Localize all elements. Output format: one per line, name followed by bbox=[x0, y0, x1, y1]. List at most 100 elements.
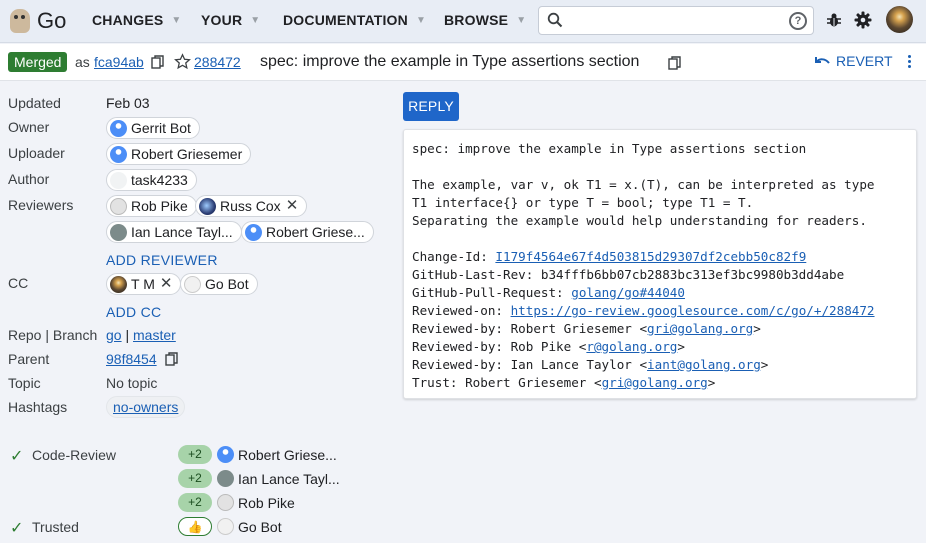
gear-icon[interactable] bbox=[854, 11, 872, 29]
change-subject: spec: improve the example in Type assert… bbox=[260, 53, 640, 70]
hashtag-link[interactable]: no-owners bbox=[113, 397, 178, 417]
chevron-down-icon: ▼ bbox=[171, 15, 182, 26]
logo[interactable]: Go bbox=[10, 8, 66, 34]
topic-value: No topic bbox=[106, 375, 158, 391]
reviewer-name: Russ Cox bbox=[220, 198, 281, 214]
message-line: GitHub-Last-Rev: b34fffb6bb07cb2883bc313… bbox=[412, 267, 845, 282]
avatar bbox=[217, 446, 234, 463]
message-key: Reviewed-by: Robert Griesemer < bbox=[412, 321, 648, 336]
reviewer-chip[interactable]: Russ Cox ✕ bbox=[195, 195, 308, 217]
trusted-label: Trusted bbox=[32, 519, 79, 535]
help-icon[interactable]: ? bbox=[789, 12, 807, 30]
voter[interactable]: Rob Pike bbox=[217, 494, 295, 511]
reviewer-chip[interactable]: Rob Pike bbox=[106, 195, 197, 217]
avatar bbox=[110, 145, 127, 163]
email-link[interactable]: gri@golang.org bbox=[647, 321, 753, 336]
email-link[interactable]: iant@golang.org bbox=[647, 357, 761, 372]
repo-branch-label: Repo | Branch bbox=[8, 327, 98, 343]
reviewed-on-link[interactable]: https://go-review.googlesource.com/c/go/… bbox=[511, 303, 875, 318]
reviewer-name: Rob Pike bbox=[131, 198, 188, 214]
add-reviewer-button[interactable]: ADD REVIEWER bbox=[106, 252, 218, 268]
email-link[interactable]: gri@golang.org bbox=[602, 375, 708, 390]
hashtags-label: Hashtags bbox=[8, 399, 68, 415]
message-punct: > bbox=[677, 339, 685, 354]
author-chip[interactable]: task4233 bbox=[106, 169, 197, 191]
nav-browse[interactable]: BROWSE ▼ bbox=[444, 12, 526, 28]
avatar bbox=[184, 275, 201, 293]
nav-documentation[interactable]: DOCUMENTATION ▼ bbox=[283, 12, 426, 28]
voter[interactable]: Go Bot bbox=[217, 518, 282, 535]
separator: | bbox=[125, 327, 130, 343]
message-line: T1 interface{} or type T = bool; type T1… bbox=[412, 195, 754, 210]
pull-request-link[interactable]: golang/go#44040 bbox=[571, 285, 685, 300]
revert-label: REVERT bbox=[836, 53, 893, 69]
copy-icon[interactable] bbox=[165, 352, 179, 366]
nav-your-label: YOUR bbox=[201, 12, 243, 28]
email-link[interactable]: r@golang.org bbox=[586, 339, 677, 354]
voter-name: Rob Pike bbox=[238, 494, 295, 511]
voter-name: Go Bot bbox=[238, 518, 282, 535]
more-vert-icon[interactable] bbox=[908, 55, 912, 69]
add-cc-button[interactable]: ADD CC bbox=[106, 304, 161, 320]
parent-link[interactable]: 98f8454 bbox=[106, 351, 157, 367]
change-id-link[interactable]: I179f4564e67f4d503815d29307df2cebb50c82f… bbox=[495, 249, 806, 264]
author-label: Author bbox=[8, 171, 50, 187]
message-key: Reviewed-by: Rob Pike < bbox=[412, 339, 587, 354]
as-label: as bbox=[75, 54, 90, 70]
reviewer-name: Robert Griese... bbox=[266, 224, 365, 240]
gopher-icon bbox=[10, 9, 30, 33]
check-icon: ✓ bbox=[10, 448, 24, 465]
search-icon bbox=[547, 12, 563, 28]
account-avatar[interactable] bbox=[886, 6, 913, 33]
message-key: Reviewed-on: bbox=[412, 303, 511, 318]
change-number-link[interactable]: 288472 bbox=[194, 54, 241, 70]
author-name: task4233 bbox=[131, 172, 188, 188]
nav-changes-label: CHANGES bbox=[92, 12, 164, 28]
avatar bbox=[217, 494, 234, 511]
owner-chip[interactable]: Gerrit Bot bbox=[106, 117, 200, 139]
close-icon[interactable]: ✕ bbox=[160, 274, 173, 294]
uploader-chip[interactable]: Robert Griesemer bbox=[106, 143, 252, 165]
reviewer-chip[interactable]: Robert Griese... bbox=[241, 221, 374, 243]
nav-browse-label: BROWSE bbox=[444, 12, 509, 28]
owner-label: Owner bbox=[8, 119, 50, 135]
copy-icon[interactable] bbox=[151, 55, 165, 69]
voter[interactable]: Robert Griese... bbox=[217, 446, 337, 463]
message-key: Trust: Robert Griesemer < bbox=[412, 375, 602, 390]
undo-icon bbox=[815, 57, 830, 64]
star-icon[interactable] bbox=[174, 53, 191, 70]
thumbs-up-icon: 👍 bbox=[178, 517, 212, 536]
change-header: Merged as fca94ab 288472 spec: improve t… bbox=[0, 44, 926, 81]
reply-button[interactable]: REPLY bbox=[403, 92, 459, 121]
cc-chip[interactable]: T M ✕ bbox=[106, 273, 182, 295]
commit-message: spec: improve the example in Type assert… bbox=[403, 129, 917, 399]
topic-label: Topic bbox=[8, 375, 41, 391]
close-icon[interactable]: ✕ bbox=[286, 196, 299, 216]
repo-link[interactable]: go bbox=[106, 327, 122, 343]
avatar bbox=[110, 223, 127, 241]
commit-link[interactable]: fca94ab bbox=[94, 54, 144, 70]
avatar bbox=[199, 197, 216, 215]
copy-icon[interactable] bbox=[668, 56, 682, 70]
cc-name: T M bbox=[131, 276, 155, 292]
revert-button[interactable]: REVERT bbox=[814, 53, 893, 69]
bug-icon[interactable] bbox=[826, 12, 842, 28]
reviewer-chip[interactable]: Ian Lance Tayl... bbox=[106, 221, 242, 243]
cc-label: CC bbox=[8, 275, 29, 291]
check-icon: ✓ bbox=[10, 520, 24, 537]
logo-text: Go bbox=[37, 8, 67, 33]
avatar bbox=[110, 275, 127, 293]
nav-changes[interactable]: CHANGES ▼ bbox=[92, 12, 182, 28]
repo-branch-value: go | master bbox=[106, 327, 176, 343]
updated-label: Updated bbox=[8, 95, 61, 111]
updated-value: Feb 03 bbox=[106, 95, 150, 111]
message-key: Change-Id: bbox=[412, 249, 496, 264]
search-input[interactable]: ? bbox=[538, 6, 814, 35]
voter[interactable]: Ian Lance Tayl... bbox=[217, 470, 340, 487]
branch-link[interactable]: master bbox=[133, 327, 176, 343]
avatar bbox=[110, 197, 127, 215]
message-punct: > bbox=[760, 357, 769, 372]
nav-your[interactable]: YOUR ▼ bbox=[201, 12, 260, 28]
cc-chip[interactable]: Go Bot bbox=[180, 273, 258, 295]
hashtag-chip[interactable]: no-owners bbox=[106, 396, 186, 418]
